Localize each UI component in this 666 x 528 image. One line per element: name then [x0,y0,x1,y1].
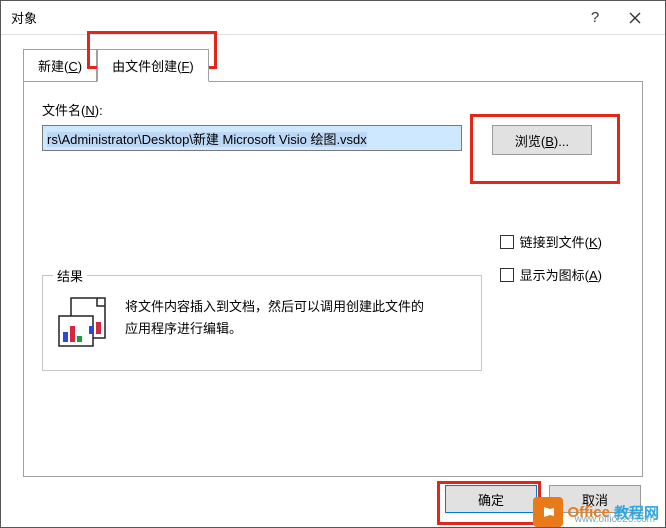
help-button[interactable]: ? [575,4,615,32]
ok-button[interactable]: 确定 [445,485,537,513]
tab-create-from-file-label: 由文件创建(F) [112,59,194,74]
file-name-input[interactable]: rs\Administrator\Desktop\新建 Microsoft Vi… [42,125,462,151]
result-group: 结果 将文件内容插入到文档，然后可以调用创建此文件的应用程序进行编辑。 [42,275,482,371]
tab-create-new-label: 新建(C) [38,59,82,74]
tab-strip: 新建(C) 由文件创建(F) [23,49,643,82]
result-legend: 结果 [53,266,87,285]
display-as-icon-label: 显示为图标(A) [520,265,602,284]
close-icon [629,12,641,24]
file-name-label: 文件名(N): [42,100,624,119]
tab-panel: 文件名(N): rs\Administrator\Desktop\新建 Micr… [23,81,643,477]
link-to-file-label: 链接到文件(K) [520,232,602,251]
options-group: 链接到文件(K) 显示为图标(A) [500,232,602,284]
checkbox-icon [500,235,514,249]
title-bar: 对象 ? [1,1,665,35]
browse-button[interactable]: 浏览(B)... [492,125,592,155]
embed-icon [57,296,111,350]
dialog-title: 对象 [11,8,575,27]
watermark-badge-icon [533,497,563,527]
tab-create-from-file[interactable]: 由文件创建(F) [97,49,209,82]
close-button[interactable] [615,4,655,32]
checkbox-icon [500,268,514,282]
watermark-url: www.office26.com [575,514,655,525]
result-text: 将文件内容插入到文档，然后可以调用创建此文件的应用程序进行编辑。 [125,296,435,340]
tab-create-new[interactable]: 新建(C) [23,49,97,82]
link-to-file-option[interactable]: 链接到文件(K) [500,232,602,251]
display-as-icon-option[interactable]: 显示为图标(A) [500,265,602,284]
